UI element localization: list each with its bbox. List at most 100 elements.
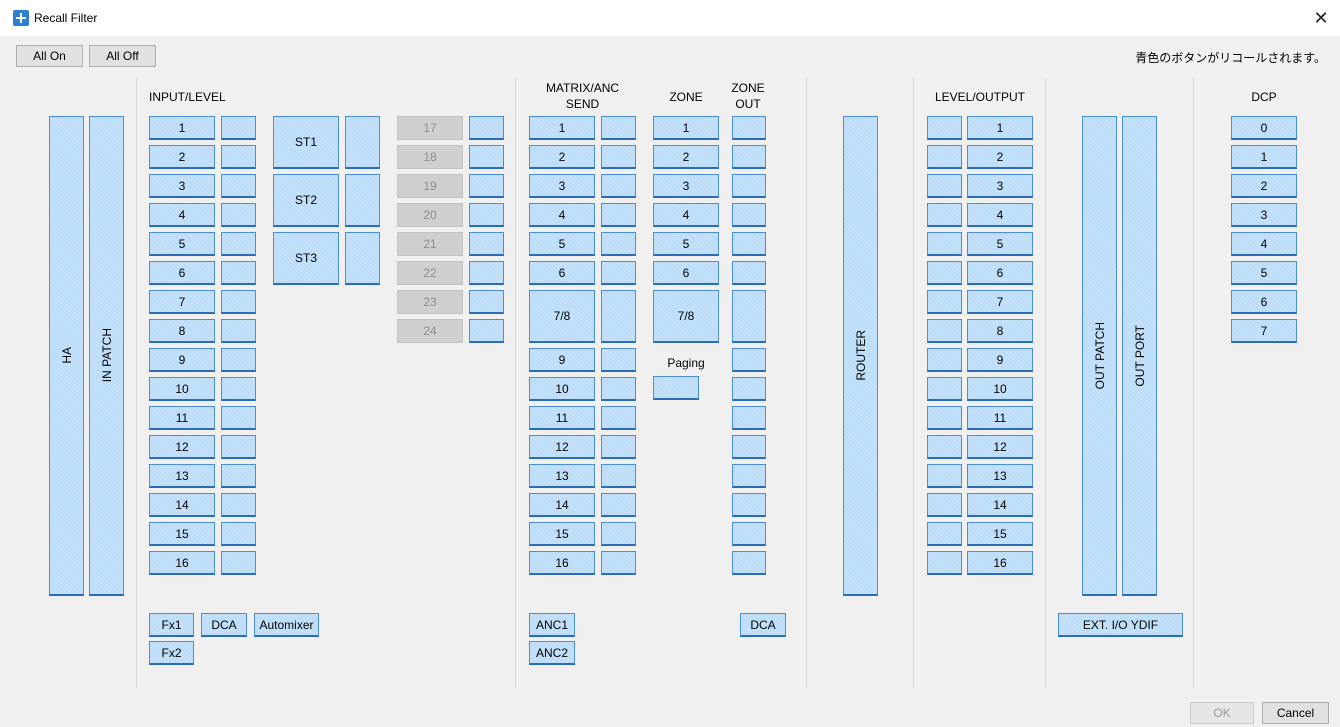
matrix-send-button[interactable]: 5 — [529, 232, 595, 256]
input-level-button[interactable] — [469, 116, 504, 140]
matrix-send-button[interactable]: 14 — [529, 493, 595, 517]
input-channel-button[interactable]: 15 — [149, 522, 215, 546]
output-channel-button[interactable]: 11 — [967, 406, 1033, 430]
dcp-button[interactable]: 0 — [1231, 116, 1297, 140]
output-level-button[interactable] — [927, 406, 962, 430]
matrix-send-button[interactable]: 13 — [529, 464, 595, 488]
zone-out-button[interactable] — [732, 261, 766, 285]
matrix-send-button[interactable]: 6 — [529, 261, 595, 285]
matrix-send-button[interactable]: 15 — [529, 522, 595, 546]
input-level-button[interactable] — [221, 406, 256, 430]
out-port-button[interactable]: OUT PORT — [1122, 116, 1157, 596]
zone-button[interactable]: 6 — [653, 261, 719, 285]
output-channel-button[interactable]: 3 — [967, 174, 1033, 198]
input-level-button[interactable] — [221, 232, 256, 256]
matrix-send-button[interactable]: 10 — [529, 377, 595, 401]
input-level-button[interactable] — [221, 377, 256, 401]
zone-out-button[interactable] — [732, 174, 766, 198]
ext-io-ydif-button[interactable]: EXT. I/O YDIF — [1058, 613, 1183, 637]
input-level-button[interactable] — [221, 116, 256, 140]
output-channel-button[interactable]: 15 — [967, 522, 1033, 546]
output-channel-button[interactable]: 2 — [967, 145, 1033, 169]
ha-button[interactable]: HA — [49, 116, 84, 596]
zone-button[interactable]: 5 — [653, 232, 719, 256]
input-channel-button[interactable]: 5 — [149, 232, 215, 256]
input-level-button[interactable] — [221, 522, 256, 546]
matrix-level-button[interactable] — [601, 406, 636, 430]
matrix-level-button[interactable] — [601, 435, 636, 459]
zone-button[interactable]: 1 — [653, 116, 719, 140]
cancel-button[interactable]: Cancel — [1262, 702, 1329, 724]
ok-button[interactable]: OK — [1190, 702, 1254, 724]
matrix-send-button[interactable]: 2 — [529, 145, 595, 169]
matrix-send-button[interactable]: 1 — [529, 116, 595, 140]
output-level-button[interactable] — [927, 174, 962, 198]
input-channel-button[interactable]: 16 — [149, 551, 215, 575]
input-level-button[interactable] — [469, 203, 504, 227]
dcp-button[interactable]: 7 — [1231, 319, 1297, 343]
matrix-level-button[interactable] — [601, 145, 636, 169]
zone-out-button[interactable] — [732, 203, 766, 227]
anc2-button[interactable]: ANC2 — [529, 641, 575, 665]
matrix-level-button[interactable] — [601, 377, 636, 401]
dcp-button[interactable]: 5 — [1231, 261, 1297, 285]
input-channel-button[interactable]: 3 — [149, 174, 215, 198]
input-channel-button[interactable]: 2 — [149, 145, 215, 169]
zone-out-button[interactable] — [732, 435, 766, 459]
zone-out-button[interactable] — [732, 551, 766, 575]
input-channel-button[interactable]: 6 — [149, 261, 215, 285]
input-channel-button[interactable]: 4 — [149, 203, 215, 227]
output-level-button[interactable] — [927, 145, 962, 169]
matrix-level-button[interactable] — [601, 464, 636, 488]
input-channel-button[interactable]: 8 — [149, 319, 215, 343]
output-channel-button[interactable]: 14 — [967, 493, 1033, 517]
close-icon[interactable]: ✕ — [1308, 6, 1334, 30]
matrix-level-button[interactable] — [601, 290, 636, 343]
input-level-button[interactable] — [469, 145, 504, 169]
zone-button[interactable]: 7/8 — [653, 290, 719, 343]
output-level-button[interactable] — [927, 377, 962, 401]
output-level-button[interactable] — [927, 232, 962, 256]
input-channel-button[interactable]: 7 — [149, 290, 215, 314]
paging-button[interactable] — [653, 376, 699, 400]
input-level-button[interactable] — [221, 290, 256, 314]
matrix-level-button[interactable] — [601, 232, 636, 256]
matrix-level-button[interactable] — [601, 522, 636, 546]
zone-out-button[interactable] — [732, 464, 766, 488]
matrix-send-button[interactable]: 3 — [529, 174, 595, 198]
output-channel-button[interactable]: 1 — [967, 116, 1033, 140]
output-level-button[interactable] — [927, 435, 962, 459]
input-level-button[interactable] — [221, 435, 256, 459]
output-level-button[interactable] — [927, 290, 962, 314]
input-level-button[interactable] — [469, 290, 504, 314]
matrix-level-button[interactable] — [601, 261, 636, 285]
matrix-send-button[interactable]: 12 — [529, 435, 595, 459]
input-level-button[interactable] — [221, 348, 256, 372]
all-on-button[interactable]: All On — [16, 45, 83, 67]
input-level-button[interactable] — [221, 145, 256, 169]
dca-button[interactable]: DCA — [201, 613, 247, 637]
output-channel-button[interactable]: 7 — [967, 290, 1033, 314]
output-channel-button[interactable]: 5 — [967, 232, 1033, 256]
output-level-button[interactable] — [927, 493, 962, 517]
zone-out-button[interactable] — [732, 232, 766, 256]
stereo-level-button[interactable] — [345, 116, 380, 169]
matrix-send-button[interactable]: 7/8 — [529, 290, 595, 343]
matrix-send-button[interactable]: 11 — [529, 406, 595, 430]
zone-button[interactable]: 3 — [653, 174, 719, 198]
input-channel-button[interactable]: 12 — [149, 435, 215, 459]
zone-out-button[interactable] — [732, 290, 766, 343]
dcp-button[interactable]: 6 — [1231, 290, 1297, 314]
output-channel-button[interactable]: 10 — [967, 377, 1033, 401]
router-button[interactable]: ROUTER — [843, 116, 878, 596]
output-level-button[interactable] — [927, 116, 962, 140]
matrix-level-button[interactable] — [601, 174, 636, 198]
output-level-button[interactable] — [927, 261, 962, 285]
dcp-button[interactable]: 4 — [1231, 232, 1297, 256]
output-level-button[interactable] — [927, 203, 962, 227]
input-level-button[interactable] — [469, 319, 504, 343]
stereo-level-button[interactable] — [345, 174, 380, 227]
output-level-button[interactable] — [927, 551, 962, 575]
zone-out-button[interactable] — [732, 116, 766, 140]
zone-out-button[interactable] — [732, 406, 766, 430]
